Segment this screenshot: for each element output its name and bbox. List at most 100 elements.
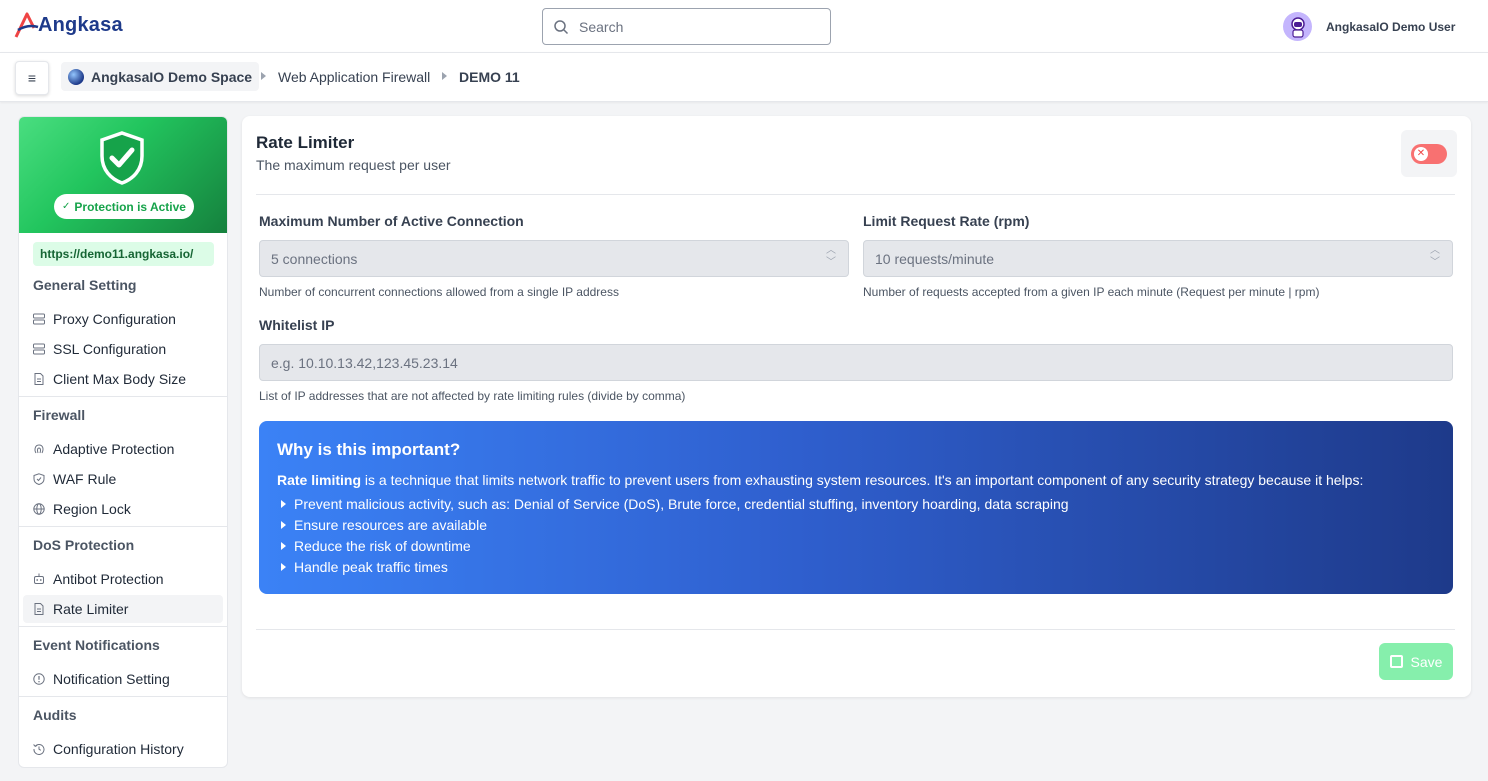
sidebar-item-proxy-configuration[interactable]: Proxy Configuration xyxy=(23,305,223,333)
info-body: Rate limiting is a technique that limits… xyxy=(277,472,1437,488)
list-item-text: Prevent malicious activity, such as: Den… xyxy=(294,495,1069,512)
sidebar-item-antibot-protection[interactable]: Antibot Protection xyxy=(23,565,223,593)
section-firewall: Firewall xyxy=(33,407,86,423)
fingerprint-icon xyxy=(34,444,44,454)
search-box[interactable] xyxy=(542,8,831,45)
whitelist-placeholder: e.g. 10.10.13.42,123.45.23.14 xyxy=(271,354,458,371)
info-box: Why is this important? Rate limiting is … xyxy=(259,421,1453,594)
info-title: Why is this important? xyxy=(277,440,461,459)
sidebar-item-client-max-body-size[interactable]: Client Max Body Size xyxy=(23,365,223,393)
info-lead-text: is a technique that limits network traff… xyxy=(361,472,1364,488)
document-icon xyxy=(34,373,44,385)
list-item-text: Ensure resources are available xyxy=(294,516,487,533)
hamburger-icon: ≡ xyxy=(27,70,37,86)
caret-right-icon xyxy=(281,499,286,508)
menu-toggle-button[interactable]: ≡ xyxy=(15,61,49,95)
info-circle-icon xyxy=(33,673,45,685)
page-title: Rate Limiter xyxy=(256,133,355,152)
sidebar-item-label: SSL Configuration xyxy=(53,341,167,357)
stepper-icon[interactable]: ︿ ﹀ xyxy=(1430,245,1440,273)
close-icon: ✕ xyxy=(1414,146,1428,161)
list-item-text: Handle peak traffic times xyxy=(294,558,448,575)
max-connection-hint: Number of concurrent connections allowed… xyxy=(259,285,619,299)
shield-icon xyxy=(33,473,45,485)
globe-icon xyxy=(33,503,45,515)
stepper-icon[interactable]: ︿ ﹀ xyxy=(826,245,836,273)
divider xyxy=(256,194,1455,195)
section-general-setting: General Setting xyxy=(33,277,137,293)
globe-icon xyxy=(68,68,84,85)
save-icon xyxy=(1389,655,1403,668)
sidebar-item-label: Rate Limiter xyxy=(53,601,129,617)
rate-limiter-card: Rate Limiter The maximum request per use… xyxy=(242,116,1471,697)
divider xyxy=(19,396,227,397)
search-icon xyxy=(554,19,569,34)
request-rate-input[interactable]: 10 requests/minute ︿ ﹀ xyxy=(863,240,1453,277)
whitelist-label: Whitelist IP xyxy=(259,317,335,333)
check-icon: ✓ xyxy=(62,201,71,212)
sidebar-item-label: WAF Rule xyxy=(53,471,117,487)
angkasa-logo-icon xyxy=(14,12,39,38)
breadcrumb-current: DEMO 11 xyxy=(459,69,520,85)
max-connection-input[interactable]: 5 connections ︿ ﹀ xyxy=(259,240,849,277)
list-item: Reduce the risk of downtime xyxy=(281,535,1069,556)
sidebar-item-label: Region Lock xyxy=(53,501,131,517)
sidebar-item-label: Antibot Protection xyxy=(53,571,164,587)
max-connection-value: 5 connections xyxy=(271,250,358,267)
app-logo[interactable]: Angkasa xyxy=(14,11,123,39)
info-list: Prevent malicious activity, such as: Den… xyxy=(281,493,1069,577)
caret-right-icon xyxy=(281,520,286,529)
page-subtitle: The maximum request per user xyxy=(256,157,451,173)
user-menu[interactable]: AngkasaIO Demo User xyxy=(1283,12,1455,41)
request-rate-hint: Number of requests accepted from a given… xyxy=(863,285,1320,299)
space-selector[interactable]: AngkasaIO Demo Space xyxy=(61,62,260,91)
document-icon xyxy=(34,603,44,615)
site-url[interactable]: https://demo11.angkasa.io/ xyxy=(33,242,214,266)
save-label: Save xyxy=(1410,653,1443,670)
whitelist-ip-input[interactable]: e.g. 10.10.13.42,123.45.23.14 xyxy=(259,344,1453,381)
sidebar-item-adaptive-protection[interactable]: Adaptive Protection xyxy=(23,435,223,463)
sidebar-item-label: Adaptive Protection xyxy=(53,441,175,457)
rate-limiter-toggle[interactable]: ✕ xyxy=(1411,143,1447,164)
request-rate-value: 10 requests/minute xyxy=(875,250,995,267)
sidebar-item-configuration-history[interactable]: Configuration History xyxy=(23,735,223,763)
list-item: Handle peak traffic times xyxy=(281,556,1069,577)
section-dos-protection: DoS Protection xyxy=(33,537,135,553)
sidebar-item-label: Configuration History xyxy=(53,741,184,757)
avatar[interactable] xyxy=(1283,12,1312,41)
sidebar-item-label: Proxy Configuration xyxy=(53,311,176,327)
list-item-text: Reduce the risk of downtime xyxy=(294,537,471,554)
divider xyxy=(19,626,227,627)
user-name: AngkasaIO Demo User xyxy=(1326,19,1456,34)
sidebar-item-label: Client Max Body Size xyxy=(53,371,187,387)
top-bar: Angkasa AngkasaIO Demo User xyxy=(0,0,1488,52)
caret-right-icon xyxy=(281,541,286,550)
server-icon xyxy=(33,343,45,355)
chevron-right-icon xyxy=(261,72,266,80)
list-item: Ensure resources are available xyxy=(281,514,1069,535)
whitelist-hint: List of IP addresses that are not affect… xyxy=(259,389,686,403)
astronaut-icon xyxy=(1290,16,1305,38)
toggle-container: ✕ xyxy=(1401,130,1457,177)
sidebar-item-waf-rule[interactable]: WAF Rule xyxy=(23,465,223,493)
search-input[interactable] xyxy=(579,18,809,35)
section-event-notifications: Event Notifications xyxy=(33,637,160,653)
sidebar-item-rate-limiter[interactable]: Rate Limiter xyxy=(23,595,223,623)
save-button[interactable]: Save xyxy=(1379,643,1453,680)
sidebar-item-label: Notification Setting xyxy=(53,671,170,687)
info-lead-bold: Rate limiting xyxy=(277,472,362,488)
server-icon xyxy=(33,313,45,325)
sidebar-item-ssl-configuration[interactable]: SSL Configuration xyxy=(23,335,223,363)
breadcrumb: ≡ AngkasaIO Demo Space Web Application F… xyxy=(0,52,1488,102)
sidebar: ✓ Protection is Active https://demo11.an… xyxy=(18,116,228,768)
caret-right-icon xyxy=(281,562,286,571)
section-audits: Audits xyxy=(33,707,77,723)
list-item: Prevent malicious activity, such as: Den… xyxy=(281,493,1069,514)
app-name: Angkasa xyxy=(38,13,123,36)
request-rate-label: Limit Request Rate (rpm) xyxy=(863,213,1030,229)
status-text: Protection is Active xyxy=(74,199,186,214)
sidebar-item-region-lock[interactable]: Region Lock xyxy=(23,495,223,523)
sidebar-item-notification-setting[interactable]: Notification Setting xyxy=(23,665,223,693)
divider xyxy=(19,696,227,697)
breadcrumb-waf[interactable]: Web Application Firewall xyxy=(278,69,430,85)
